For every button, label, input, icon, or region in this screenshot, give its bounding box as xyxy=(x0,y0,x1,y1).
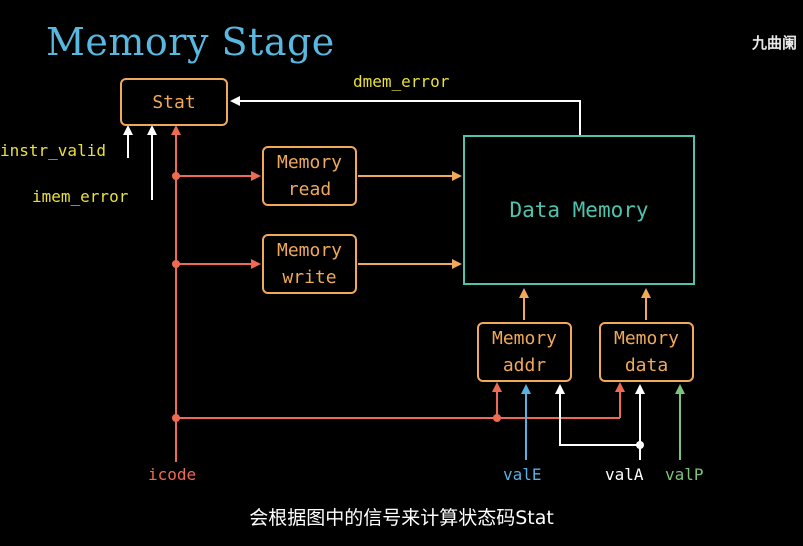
vala-label: valA xyxy=(605,465,644,484)
memory-addr-box: Memory addr xyxy=(477,322,572,382)
dmem-error-wire xyxy=(230,96,581,135)
vale-label: valE xyxy=(503,465,542,484)
memory-read-line1: Memory xyxy=(276,152,343,173)
data-memory-box: Data Memory xyxy=(463,135,695,285)
valp-label: valP xyxy=(665,465,704,484)
memory-data-box: Memory data xyxy=(599,322,694,382)
junction-dot xyxy=(172,172,180,180)
instr-valid-label: instr_valid xyxy=(0,141,106,160)
memory-addr-line2: addr xyxy=(502,355,547,376)
imem-error-label: imem_error xyxy=(32,187,129,206)
memory-addr-line1: Memory xyxy=(491,328,558,349)
junction-dot xyxy=(636,441,644,449)
stat-label: Stat xyxy=(152,91,196,113)
junction-dot xyxy=(172,260,180,268)
data-memory-label: Data Memory xyxy=(509,198,649,222)
memory-data-line1: Memory xyxy=(613,328,680,349)
memory-read-line2: read xyxy=(287,179,332,200)
icode-label: icode xyxy=(148,465,197,484)
subtitle-caption: 会根据图中的信号来计算状态码Stat xyxy=(249,507,554,529)
memory-data-line2: data xyxy=(624,355,669,376)
memory-write-box: Memory write xyxy=(262,234,357,294)
junction-dot xyxy=(172,414,180,422)
dmem-error-label: dmem_error xyxy=(353,72,450,91)
stat-box: Stat xyxy=(120,78,228,126)
memory-write-line1: Memory xyxy=(276,240,343,261)
memory-write-line2: write xyxy=(282,267,337,288)
vala-wire xyxy=(555,384,641,460)
memory-read-box: Memory read xyxy=(262,146,357,206)
